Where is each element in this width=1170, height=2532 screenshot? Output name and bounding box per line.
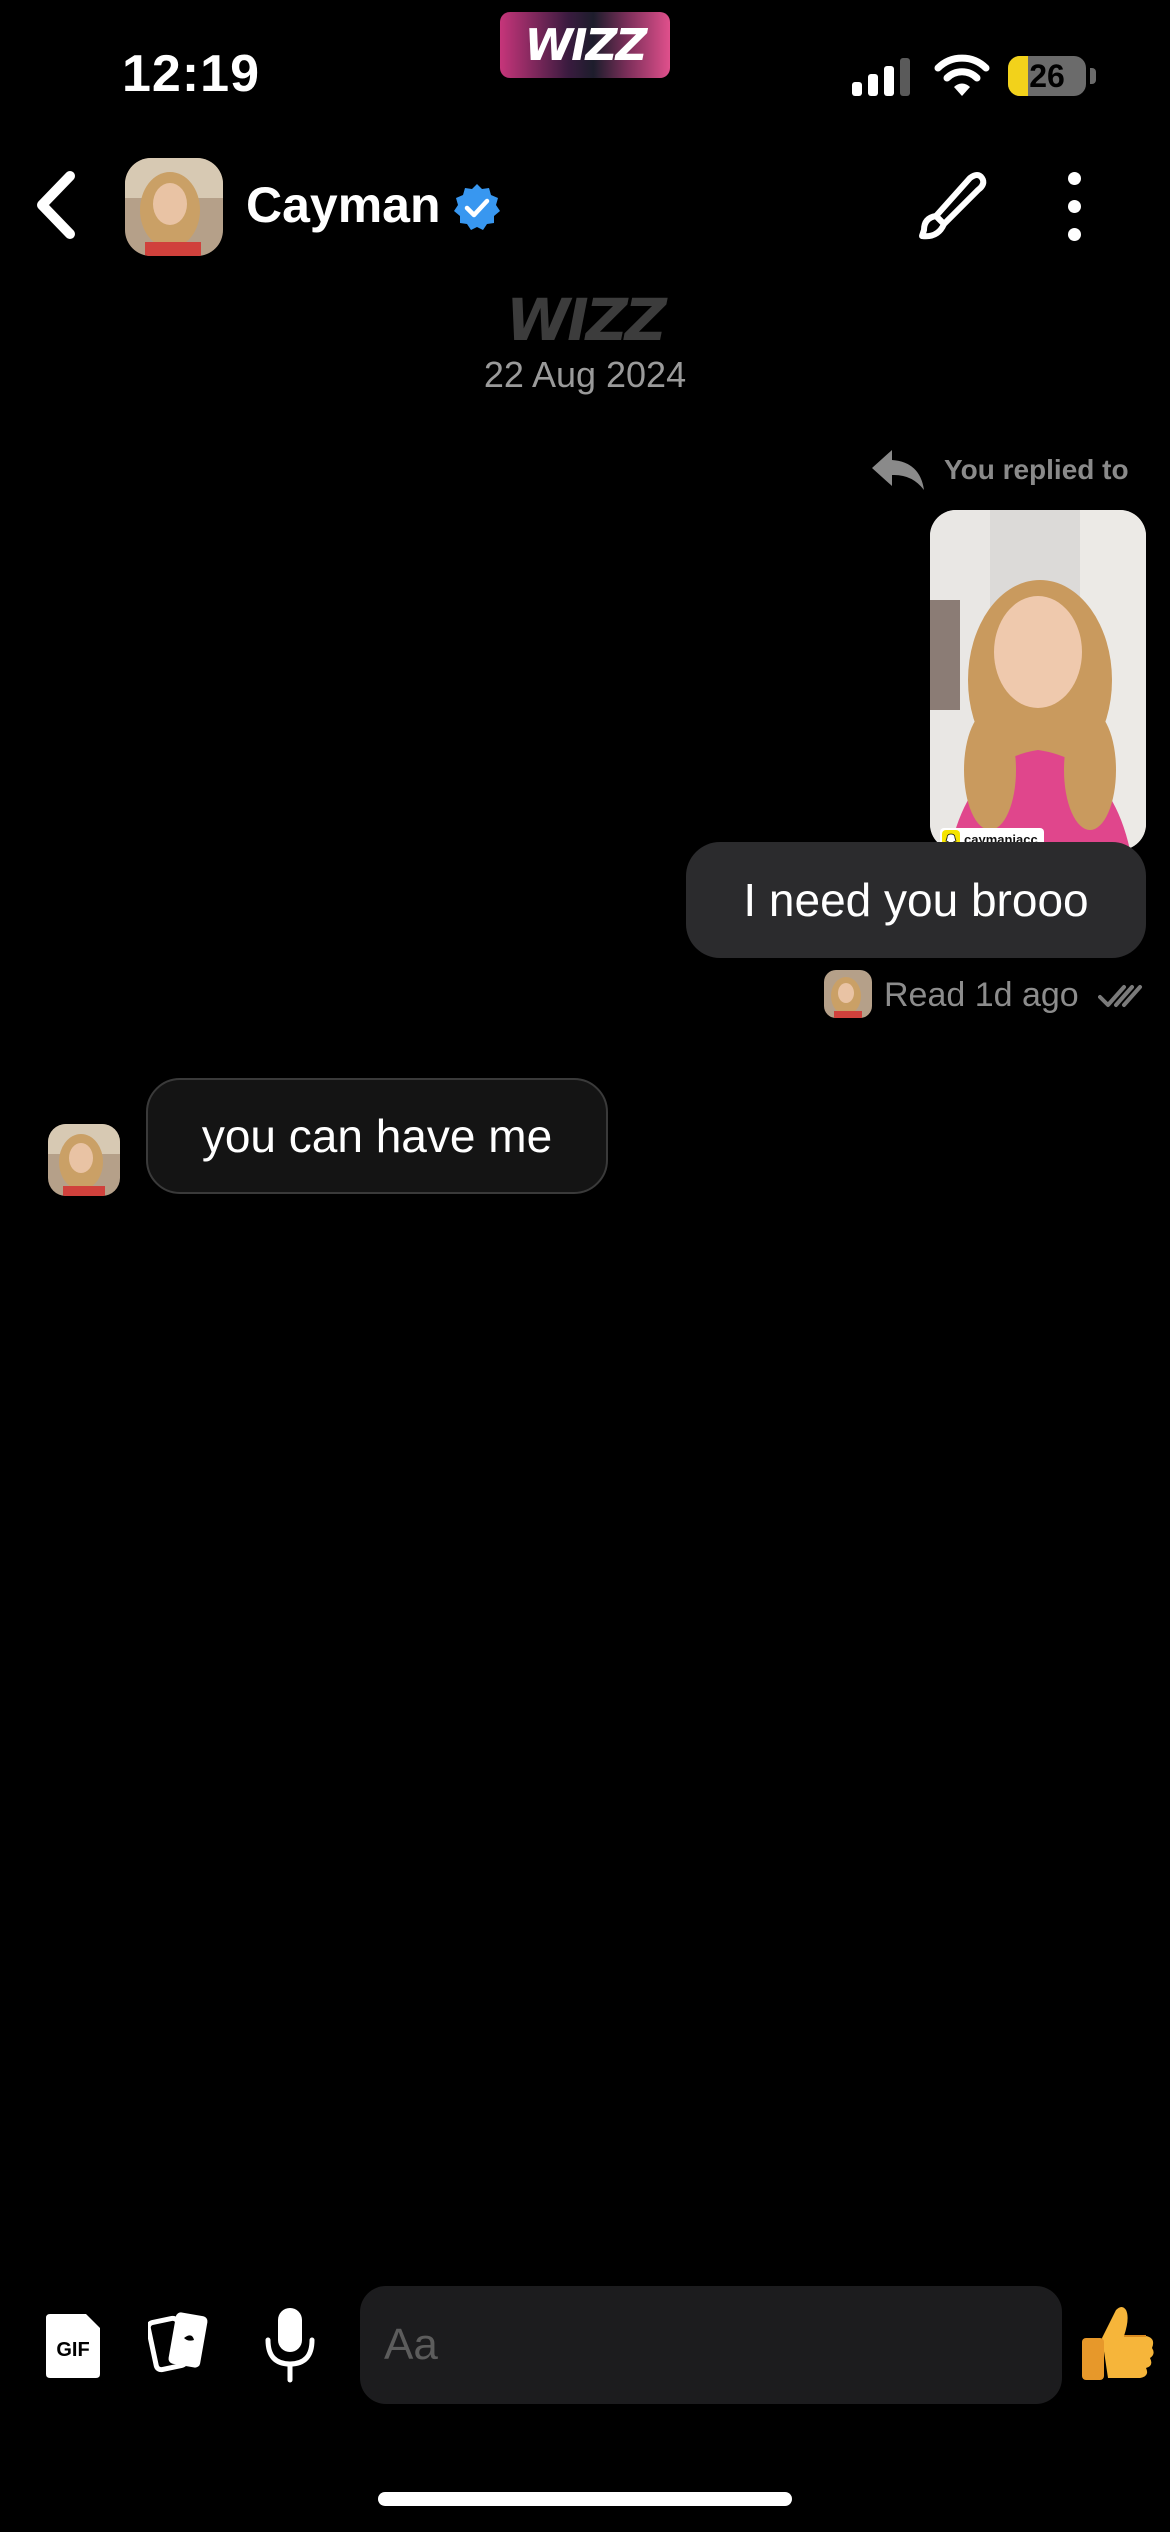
status-time: 12:19 xyxy=(122,45,260,103)
edit-button[interactable] xyxy=(910,170,990,242)
paintbrush-icon xyxy=(919,172,987,240)
read-receipt-avatar xyxy=(824,970,872,1018)
signal-bar xyxy=(868,74,878,96)
cards-button[interactable] xyxy=(145,2306,210,2380)
date-divider: 22 Aug 2024 xyxy=(483,354,687,395)
gif-icon: GIF xyxy=(46,2314,100,2378)
home-indicator xyxy=(378,2492,792,2506)
sender-avatar[interactable] xyxy=(48,1124,120,1196)
back-button[interactable] xyxy=(20,160,90,250)
read-receipt: Read 1d ago xyxy=(884,976,1079,1014)
microphone-icon xyxy=(265,2308,315,2383)
divider-logo: WIZZ xyxy=(506,286,667,354)
signal-bar xyxy=(884,66,894,96)
battery-level: 26 xyxy=(1029,57,1065,94)
gif-button[interactable]: GIF xyxy=(42,2312,102,2380)
incoming-message-bubble[interactable]: you can have me xyxy=(146,1078,608,1194)
more-options-button[interactable] xyxy=(1046,170,1102,242)
message-input[interactable] xyxy=(360,2286,1062,2404)
replied-story-thumbnail[interactable]: caymaniacc xyxy=(930,510,1146,850)
signal-bar xyxy=(852,82,862,96)
like-button[interactable] xyxy=(1078,2302,1158,2386)
contact-name[interactable]: Cayman xyxy=(246,176,441,234)
gif-label: GIF xyxy=(56,2339,89,2361)
reply-label: You replied to xyxy=(944,454,1129,485)
double-check-icon xyxy=(1098,985,1142,1007)
reply-icon xyxy=(872,450,924,490)
app-pill-label: WIZZ xyxy=(524,19,648,71)
battery-cap xyxy=(1090,68,1096,84)
cards-icon xyxy=(145,2312,208,2373)
verified-badge-icon xyxy=(454,184,500,230)
battery-icon: 26 xyxy=(1008,56,1086,96)
thumbs-up-icon xyxy=(1082,2307,1154,2380)
outgoing-message-bubble[interactable]: I need you brooo xyxy=(686,842,1146,958)
contact-avatar[interactable] xyxy=(125,158,223,256)
more-vertical-icon xyxy=(1067,171,1081,185)
microphone-button[interactable] xyxy=(262,2306,318,2384)
app-pill[interactable]: WIZZ xyxy=(500,12,670,78)
chevron-left-icon xyxy=(37,171,75,239)
wifi-icon xyxy=(934,54,990,96)
signal-bar xyxy=(900,58,910,96)
signal-icon xyxy=(852,56,910,96)
